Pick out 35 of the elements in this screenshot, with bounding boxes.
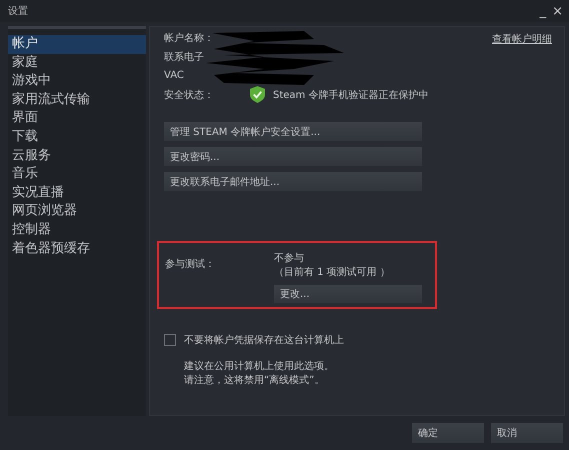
sidebar-item[interactable]: 帐户 [8,35,146,54]
sidebar-item[interactable]: 下载 [8,128,146,147]
sidebar-item[interactable]: 音乐 [8,165,146,184]
minimize-button[interactable]: _ [540,4,546,18]
beta-label: 参与测试： [165,258,216,272]
security-status: Steam 令牌手机验证器正在保护中 [273,88,428,102]
beta-status: 不参与 [274,252,305,265]
settings-button[interactable]: 管理 STEAM 令牌帐户安全设置... [164,122,422,141]
sidebar-item[interactable]: 家用流式传输 [8,90,146,110]
window-title: 设置 [8,4,28,18]
sidebar-item[interactable]: 界面 [8,109,146,128]
field-label: 联系电子 [164,50,204,64]
checkbox[interactable] [164,334,176,346]
hint-text: 建议在公用计算机上使用此选项。 [184,360,335,373]
account-details-link[interactable]: 查看帐户明细 [492,32,552,46]
settings-button[interactable]: 更改联系电子邮件地址... [164,172,422,191]
close-button[interactable]: × [552,4,563,18]
settings-button[interactable]: 更改密码... [164,147,422,166]
sidebar-item[interactable]: 网页浏览器 [8,202,146,221]
shield-icon [250,86,265,104]
sidebar-item[interactable]: 实况直播 [8,184,146,202]
field-label: 帐户名称： [164,32,214,46]
beta-note: （目前有 1 项测试可用 ） [274,266,391,279]
sidebar-item[interactable]: 云服务 [8,146,146,166]
field-label: VAC [164,70,184,81]
change-button[interactable]: 更改... [274,285,422,303]
security-label: 安全状态： [164,88,215,102]
hint-text: 请注意，这将禁用“离线模式”。 [184,374,326,387]
sidebar-item[interactable]: 控制器 [8,220,146,240]
sidebar-item[interactable]: 游戏中 [8,72,146,91]
dialog-button[interactable]: 确定 [412,423,484,443]
checkbox-label: 不要将帐户凭据保存在这台计算机上 [184,334,344,347]
sidebar-item[interactable]: 家庭 [8,54,146,72]
sidebar-item[interactable]: 着色器预缓存 [8,240,146,258]
dialog-button[interactable]: 取消 [491,423,563,443]
